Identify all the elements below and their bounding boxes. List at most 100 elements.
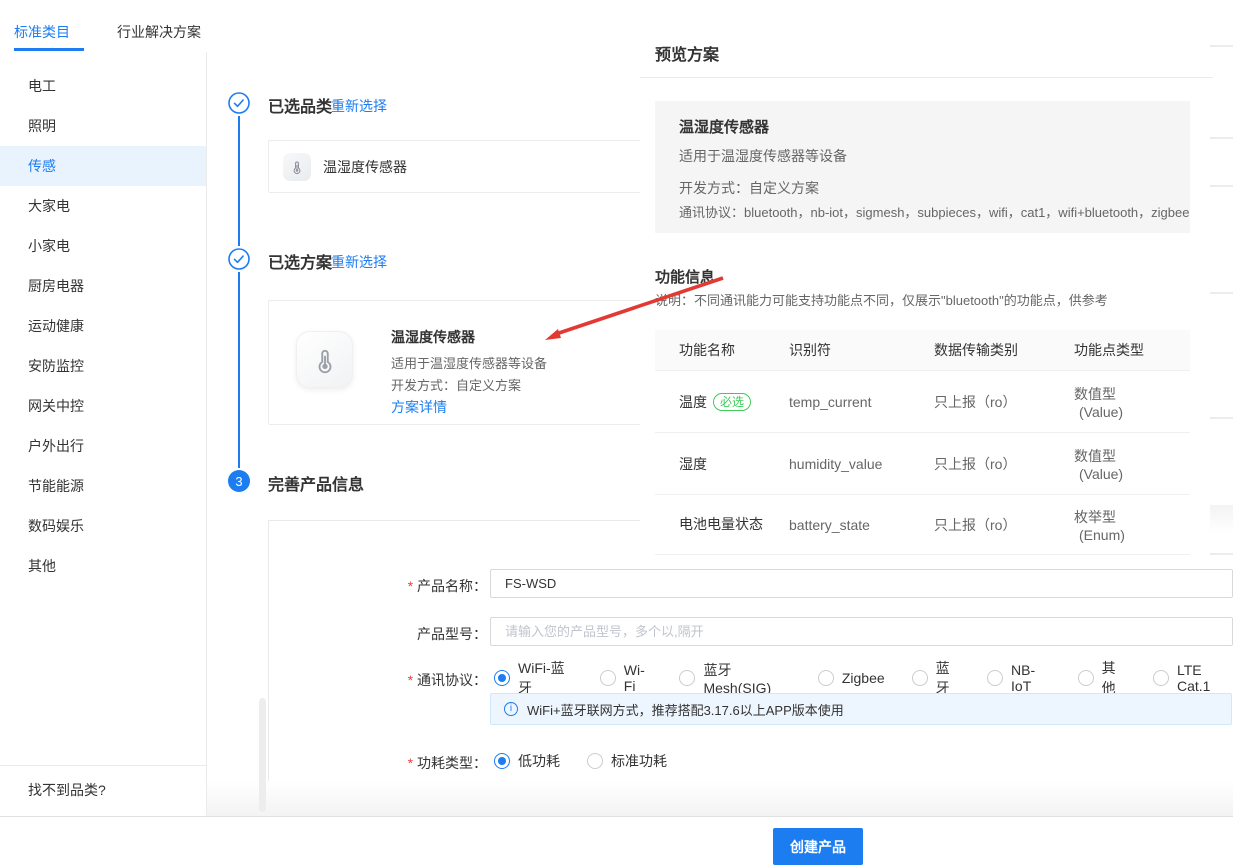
step1-reselect-link[interactable]: 重新选择 xyxy=(331,96,387,116)
fn-type-line1: 数值型 xyxy=(1074,446,1190,466)
protocol-option-wifi[interactable]: Wi-Fi xyxy=(600,662,653,694)
step-connector-line xyxy=(238,272,240,468)
fn-type-line2: (Value) xyxy=(1074,466,1190,482)
protocol-option-label: Wi-Fi xyxy=(624,662,653,694)
col-header-code: 识别符 xyxy=(765,340,910,360)
protocol-option-nbiot[interactable]: NB-IoT xyxy=(987,662,1051,694)
col-header-type: 功能点类型 xyxy=(1050,340,1190,360)
sidebar-item-gateway-control[interactable]: 网关中控 xyxy=(0,386,206,426)
preview-protocols: 通讯协议：bluetooth，nb-iot，sigmesh，subpieces，… xyxy=(679,202,1189,221)
protocol-hint-box: i WiFi+蓝牙联网方式，推荐搭配3.17.6以上APP版本使用 xyxy=(490,693,1232,725)
sidebar-item-outdoor-travel[interactable]: 户外出行 xyxy=(0,426,206,466)
selected-category-name: 温湿度传感器 xyxy=(323,141,407,192)
protocol-option-label: 蓝牙 xyxy=(936,658,960,698)
create-product-button[interactable]: 创建产品 xyxy=(773,828,863,865)
preview-divider xyxy=(640,77,1213,78)
preview-solution-card: 温湿度传感器 适用于温湿度传感器等设备 开发方式：自定义方案 通讯协议：blue… xyxy=(655,101,1190,233)
solution-detail-link[interactable]: 方案详情 xyxy=(391,397,447,417)
product-name-label: 产品名称： xyxy=(327,576,487,596)
power-option-standard[interactable]: 标准功耗 xyxy=(587,751,667,771)
fn-name: 湿度 xyxy=(679,456,707,472)
sidebar-item-small-appliance[interactable]: 小家电 xyxy=(0,226,206,266)
background-fragment xyxy=(1210,553,1233,555)
fn-type-cell: 枚举型 (Enum) xyxy=(1050,507,1190,543)
function-table-header: 功能名称 识别符 数据传输类别 功能点类型 xyxy=(655,330,1190,370)
active-tab-underline xyxy=(14,48,84,51)
step3-number-badge: 3 xyxy=(228,470,250,492)
solution-desc: 适用于温湿度传感器等设备 xyxy=(391,353,547,372)
radio-icon[interactable] xyxy=(912,670,928,686)
radio-icon[interactable] xyxy=(1078,670,1094,686)
step2-reselect-link[interactable]: 重新选择 xyxy=(331,252,387,272)
preview-dev-mode: 开发方式：自定义方案 xyxy=(679,178,819,198)
table-row: 温度必选 temp_current 只上报（ro） 数值型 (Value) xyxy=(655,370,1190,432)
background-fragment xyxy=(1210,45,1233,47)
protocol-label: 通讯协议： xyxy=(327,670,487,690)
protocol-option-bluetooth[interactable]: 蓝牙 xyxy=(912,658,960,698)
preview-panel: 预览方案 温湿度传感器 适用于温湿度传感器等设备 开发方式：自定义方案 通讯协议… xyxy=(640,0,1213,556)
sidebar-item-kitchen-appliance[interactable]: 厨房电器 xyxy=(0,266,206,306)
radio-checked-icon[interactable] xyxy=(494,670,510,686)
fn-name-cell: 湿度 xyxy=(655,454,765,474)
protocol-option-wifi-ble[interactable]: WiFi-蓝牙 xyxy=(494,658,573,698)
background-fragment xyxy=(1210,417,1233,419)
thermometer-icon xyxy=(289,159,305,175)
sidebar-item-other[interactable]: 其他 xyxy=(0,546,206,586)
radio-icon[interactable] xyxy=(987,670,1003,686)
radio-icon[interactable] xyxy=(587,753,603,769)
power-option-low[interactable]: 低功耗 xyxy=(494,751,560,771)
scrollbar-thumb[interactable] xyxy=(259,698,266,812)
protocol-option-lte-cat1[interactable]: LTE Cat.1 xyxy=(1153,662,1233,694)
sidebar-item-digital-entertainment[interactable]: 数码娱乐 xyxy=(0,506,206,546)
sidebar-item-security-monitor[interactable]: 安防监控 xyxy=(0,346,206,386)
background-fragment xyxy=(1210,185,1233,187)
tab-standard-category[interactable]: 标准类目 xyxy=(14,22,70,42)
fn-name: 电池电量状态 xyxy=(679,514,765,535)
info-icon: i xyxy=(504,702,518,716)
protocol-option-label: 其他 xyxy=(1102,658,1126,698)
protocol-option-other[interactable]: 其他 xyxy=(1078,658,1126,698)
protocol-option-zigbee[interactable]: Zigbee xyxy=(818,670,885,686)
protocol-radio-group: WiFi-蓝牙 Wi-Fi 蓝牙Mesh(SIG) Zigbee 蓝牙 NB-I… xyxy=(494,663,1233,693)
step-connector-line xyxy=(238,116,240,246)
background-fragment xyxy=(1210,137,1233,139)
radio-icon[interactable] xyxy=(1153,670,1169,686)
fn-type-line1: 枚举型 xyxy=(1074,507,1190,527)
sidebar-item-lighting[interactable]: 照明 xyxy=(0,106,206,146)
fn-transfer-cell: 只上报（ro） xyxy=(910,392,1050,412)
sidebar-item-large-appliance[interactable]: 大家电 xyxy=(0,186,206,226)
product-model-input[interactable] xyxy=(490,617,1233,646)
table-row: 湿度 humidity_value 只上报（ro） 数值型 (Value) xyxy=(655,432,1190,494)
radio-icon[interactable] xyxy=(600,670,616,686)
product-name-input[interactable] xyxy=(490,569,1233,598)
required-badge: 必选 xyxy=(713,393,751,411)
sidebar-item-sport-health[interactable]: 运动健康 xyxy=(0,306,206,346)
table-row: 电池电量状态 battery_state 只上报（ro） 枚举型 (Enum) xyxy=(655,494,1190,554)
cannot-find-category-link[interactable]: 找不到品类? xyxy=(28,780,106,800)
sidebar-item-energy-saving[interactable]: 节能能源 xyxy=(0,466,206,506)
fn-type-cell: 数值型 (Value) xyxy=(1050,446,1190,482)
protocol-option-label: NB-IoT xyxy=(1011,662,1051,694)
function-info-note: 说明：不同通讯能力可能支持功能点不同，仅展示"bluetooth"的功能点，供参… xyxy=(655,290,1108,309)
sidebar-item-sensor[interactable]: 传感 xyxy=(0,146,206,186)
power-option-label: 标准功耗 xyxy=(611,751,667,771)
step1-title: 已选品类 xyxy=(268,93,332,117)
function-table: 功能名称 识别符 数据传输类别 功能点类型 温度必选 temp_current … xyxy=(655,330,1190,555)
category-sidebar: 电工 照明 传感 大家电 小家电 厨房电器 运动健康 安防监控 网关中控 户外出… xyxy=(0,52,207,816)
protocol-option-ble-mesh[interactable]: 蓝牙Mesh(SIG) xyxy=(679,660,790,696)
tab-industry-solutions[interactable]: 行业解决方案 xyxy=(117,22,201,42)
function-info-heading: 功能信息 xyxy=(655,266,715,287)
fn-transfer-cell: 只上报（ro） xyxy=(910,454,1050,474)
step1-check-icon xyxy=(228,92,250,114)
radio-icon[interactable] xyxy=(818,670,834,686)
radio-icon[interactable] xyxy=(679,670,695,686)
sidebar-item-electrical[interactable]: 电工 xyxy=(0,66,206,106)
thermometer-icon xyxy=(310,345,340,375)
step3-number: 3 xyxy=(235,474,242,489)
power-type-label: 功耗类型： xyxy=(327,753,487,773)
fn-code-cell: temp_current xyxy=(765,394,910,410)
protocol-option-label: WiFi-蓝牙 xyxy=(518,658,573,698)
protocol-option-label: 蓝牙Mesh(SIG) xyxy=(703,660,790,696)
radio-checked-icon[interactable] xyxy=(494,753,510,769)
fn-name: 温度 xyxy=(679,394,707,410)
